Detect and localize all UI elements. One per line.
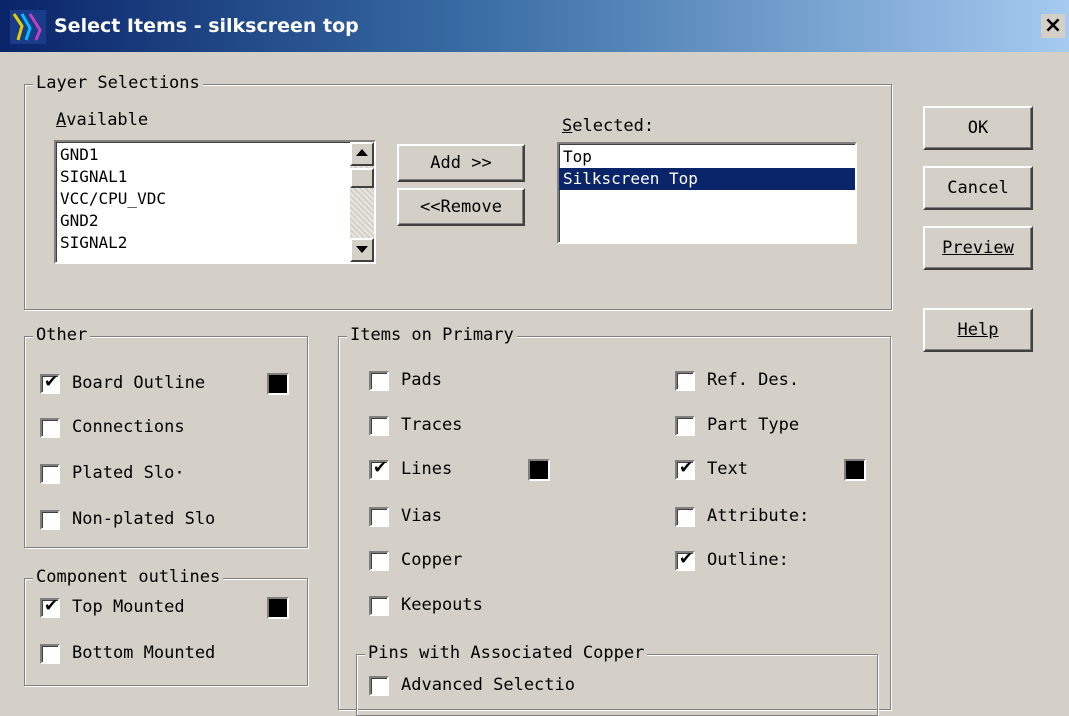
attribute-label: Attribute: [707, 506, 810, 526]
plated-slo-label: Plated Slo· [72, 463, 185, 483]
board-outline-color-swatch[interactable] [267, 373, 289, 395]
traces-label: Traces [401, 415, 463, 435]
checkmark-icon: ✔ [679, 549, 694, 569]
outline-label: Outline: [707, 550, 789, 570]
top-mounted-color-swatch[interactable] [267, 597, 289, 619]
connections-label: Connections [72, 417, 185, 437]
lines-label: Lines [401, 459, 453, 479]
ref-des-label: Ref. Des. [707, 370, 800, 390]
available-label-mnemonic: A [56, 110, 67, 130]
lines-checkbox[interactable]: ✔ [369, 458, 389, 480]
available-label-rest: vailable [66, 110, 149, 130]
copper-label: Copper [401, 550, 463, 570]
select-items-dialog: Select Items - silkscreen top × Layer Se… [0, 0, 1069, 716]
title-bar[interactable]: Select Items - silkscreen top × [0, 0, 1069, 52]
text-checkbox[interactable]: ✔ [675, 458, 695, 480]
help-button[interactable]: Help [923, 308, 1033, 352]
list-item[interactable]: GND1 [56, 144, 348, 166]
non-plated-slo-label: Non-plated Slo [72, 509, 216, 529]
ok-button[interactable]: OK [923, 106, 1033, 150]
top-mounted-checkbox[interactable]: ✔ [40, 596, 60, 618]
list-item[interactable]: VCC/CPU_VDC [56, 188, 348, 210]
traces-checkbox[interactable] [369, 416, 389, 436]
ref-des-checkbox[interactable] [675, 371, 695, 391]
checkmark-icon: ✔ [373, 458, 388, 478]
scroll-up-button[interactable] [350, 142, 374, 166]
advanced-selectio-label: Advanced Selectio [401, 675, 575, 695]
list-item[interactable]: Top [559, 146, 855, 168]
checkmark-icon: ✔ [44, 372, 59, 392]
plated-slo-checkbox[interactable] [40, 464, 60, 484]
part-type-label: Part Type [707, 415, 800, 435]
ok-button-label: OK [967, 118, 989, 138]
selected-label-rest: elected: [572, 116, 655, 136]
add-button-label: Add >> [430, 153, 492, 173]
help-button-label: Help [957, 320, 999, 340]
part-type-checkbox[interactable] [675, 416, 695, 436]
add-button[interactable]: Add >> [397, 144, 525, 182]
layer-selections-legend: Layer Selections [33, 73, 203, 93]
checkmark-icon: ✔ [44, 596, 59, 616]
window-title: Select Items - silkscreen top [54, 15, 359, 37]
list-item[interactable]: Silkscreen Top [559, 168, 855, 190]
available-listbox[interactable]: GND1 SIGNAL1 VCC/CPU_VDC GND2 SIGNAL2 [54, 140, 376, 264]
scroll-down-button[interactable] [350, 238, 374, 262]
selected-label-mnemonic: S [562, 116, 573, 136]
board-outline-checkbox[interactable]: ✔ [40, 372, 60, 394]
remove-button[interactable]: <<Remove [397, 188, 525, 226]
available-scrollbar[interactable] [350, 142, 374, 262]
checkmark-icon: ✔ [679, 458, 694, 478]
outline-checkbox[interactable]: ✔ [675, 549, 695, 571]
cancel-button[interactable]: Cancel [923, 166, 1033, 210]
available-label: Available [56, 110, 148, 130]
app-logo-icon [10, 10, 46, 44]
scroll-up-icon [356, 149, 368, 156]
preview-button-label: Preview [942, 238, 1014, 258]
vias-checkbox[interactable] [369, 507, 389, 527]
items-on-primary-legend: Items on Primary [347, 325, 517, 345]
lines-color-swatch[interactable] [528, 459, 550, 481]
component-outlines-group: Component outlines [24, 567, 308, 686]
attribute-checkbox[interactable] [675, 507, 695, 527]
vias-label: Vias [401, 506, 442, 526]
component-outlines-legend: Component outlines [33, 567, 224, 587]
keepouts-checkbox[interactable] [369, 596, 389, 616]
list-item[interactable]: SIGNAL1 [56, 166, 348, 188]
bottom-mounted-label: Bottom Mounted [72, 643, 216, 663]
connections-checkbox[interactable] [40, 418, 60, 438]
cancel-button-label: Cancel [947, 178, 1009, 198]
text-color-swatch[interactable] [844, 459, 866, 481]
bottom-mounted-checkbox[interactable] [40, 644, 60, 664]
scroll-down-icon [356, 246, 368, 253]
text-label: Text [707, 459, 748, 479]
non-plated-slo-checkbox[interactable] [40, 510, 60, 530]
preview-button[interactable]: Preview [923, 226, 1033, 270]
list-item[interactable]: GND2 [56, 210, 348, 232]
keepouts-label: Keepouts [401, 595, 483, 615]
remove-button-label: <<Remove [420, 197, 502, 217]
copper-checkbox[interactable] [369, 551, 389, 571]
top-mounted-label: Top Mounted [72, 597, 185, 617]
close-button[interactable]: × [1041, 14, 1065, 38]
list-item[interactable]: SIGNAL2 [56, 232, 348, 254]
pads-label: Pads [401, 370, 442, 390]
selected-listbox[interactable]: Top Silkscreen Top [557, 142, 857, 244]
scroll-thumb[interactable] [350, 168, 374, 188]
selected-label: Selected: [562, 116, 654, 136]
advanced-selectio-checkbox[interactable] [369, 676, 389, 696]
board-outline-label: Board Outline [72, 373, 206, 393]
pins-copper-legend: Pins with Associated Copper [365, 643, 648, 663]
other-legend: Other [33, 325, 91, 345]
pads-checkbox[interactable] [369, 371, 389, 391]
